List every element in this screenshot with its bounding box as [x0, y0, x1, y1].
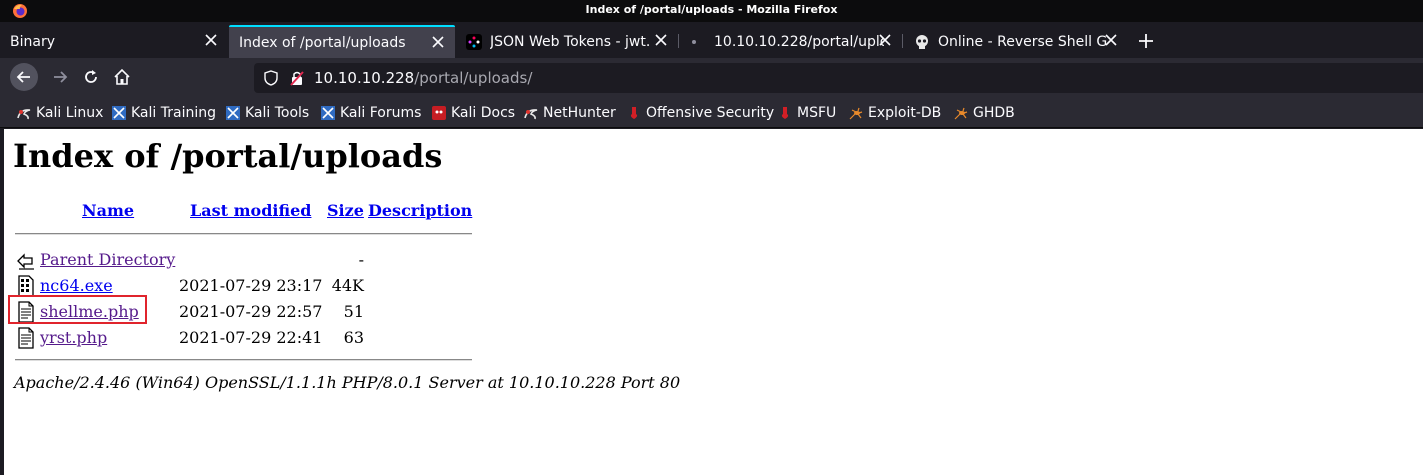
home-button[interactable]: [108, 63, 136, 91]
file-size: 44K: [331, 276, 364, 295]
divider: [15, 359, 472, 361]
tab-label: JSON Web Tokens - jwt.i: [490, 33, 650, 50]
column-header-last-modified[interactable]: Last modified: [190, 201, 311, 220]
tab-label: Online - Reverse Shell Ge: [938, 33, 1108, 50]
tab-index-of-uploads[interactable]: Index of /portal/uploads: [229, 25, 455, 58]
back-button[interactable]: [10, 63, 38, 91]
shield-icon[interactable]: [264, 70, 278, 86]
bookmark-kali-forums[interactable]: Kali Forums: [321, 104, 421, 122]
file-date: 2021-07-29 23:17: [179, 276, 323, 295]
bookmark-kali-training[interactable]: Kali Training: [112, 104, 216, 122]
bookmark-label: NetHunter: [543, 105, 616, 121]
table-row: nc64.exe 2021-07-29 23:17 44K: [4, 273, 364, 297]
kali-forums-icon: [321, 106, 335, 120]
reload-icon: [85, 70, 97, 83]
bookmark-kali-tools[interactable]: Kali Tools: [226, 104, 309, 122]
bookmark-label: GHDB: [973, 105, 1015, 121]
binary-file-icon: [18, 275, 34, 297]
bookmark-label: Kali Forums: [340, 105, 422, 121]
window-title: Index of /portal/uploads - Mozilla Firef…: [585, 3, 838, 16]
tab-label: Binary: [10, 33, 55, 50]
bookmark-label: MSFU: [797, 105, 837, 121]
arrow-right-icon: [54, 71, 68, 83]
window-titlebar: Index of /portal/uploads - Mozilla Firef…: [0, 0, 1423, 22]
tab-portal-uploads[interactable]: 10.10.10.228/portal/uplo: [680, 25, 902, 58]
bookmark-kali-linux[interactable]: Kali Linux: [17, 104, 103, 122]
nethunter-icon: [524, 109, 538, 120]
file-size: 51: [343, 302, 364, 321]
column-header-name[interactable]: Name: [82, 201, 134, 220]
skull-icon: [916, 34, 928, 49]
exploitdb-icon: [849, 107, 863, 120]
back-folder-icon: [17, 253, 34, 270]
tab-label: 10.10.10.228/portal/uplo: [714, 33, 884, 50]
url-text[interactable]: 10.10.10.228/portal/uploads/: [314, 69, 532, 87]
navigation-toolbar: 10.10.10.228/portal/uploads/: [0, 58, 1423, 96]
file-date: 2021-07-29 22:41: [179, 328, 323, 347]
file-link[interactable]: nc64.exe: [40, 276, 113, 295]
server-signature: Apache/2.4.46 (Win64) OpenSSL/1.1.1h PHP…: [14, 373, 681, 392]
kali-icon: [17, 109, 31, 120]
page-content: Index of /portal/uploads Name Last modif…: [0, 129, 1423, 475]
file-link[interactable]: yrst.php: [40, 328, 107, 347]
tab-separator: [678, 34, 679, 48]
file-size: -: [358, 250, 364, 269]
bookmark-ghdb[interactable]: GHDB: [954, 104, 1015, 122]
ghdb-icon: [954, 107, 968, 120]
bookmark-nethunter[interactable]: NetHunter: [524, 104, 616, 122]
column-header-size[interactable]: Size: [327, 201, 364, 220]
bookmark-exploit-db[interactable]: Exploit-DB: [849, 104, 941, 122]
tab-strip: Binary Index of /portal/uploads JSON Web…: [0, 22, 1423, 58]
jwt-icon: [466, 33, 482, 50]
column-header-description[interactable]: Description: [368, 201, 472, 220]
kali-tools-icon: [226, 106, 240, 120]
bookmark-label: Exploit-DB: [868, 105, 942, 121]
bookmark-label: Kali Docs: [451, 105, 516, 121]
file-link[interactable]: Parent Directory: [40, 250, 175, 269]
divider: [15, 233, 472, 235]
file-date: 2021-07-29 22:57: [179, 302, 323, 321]
new-tab-plus-icon[interactable]: [1137, 32, 1155, 50]
bookmark-label: Kali Linux: [36, 105, 104, 121]
reload-button[interactable]: [77, 63, 105, 91]
text-file-icon: [18, 327, 34, 349]
bookmark-kali-docs[interactable]: Kali Docs: [432, 104, 515, 122]
bookmark-label: Kali Tools: [245, 105, 310, 121]
insecure-lock-icon[interactable]: [289, 70, 305, 86]
tab-binary[interactable]: Binary: [0, 25, 228, 58]
home-icon: [114, 68, 130, 85]
close-icon[interactable]: [431, 35, 445, 49]
arrow-left-icon: [16, 71, 30, 83]
bookmark-msfu[interactable]: MSFU: [778, 104, 836, 122]
tab-label: Index of /portal/uploads: [239, 34, 406, 51]
tab-reverse-shell[interactable]: Online - Reverse Shell Ge: [904, 25, 1128, 58]
url-host: 10.10.10.228: [314, 69, 415, 87]
tab-json-web-tokens[interactable]: JSON Web Tokens - jwt.i: [456, 25, 678, 58]
highlight-box: [8, 295, 147, 324]
url-path: /portal/uploads/: [414, 69, 533, 87]
kali-training-icon: [112, 106, 126, 120]
url-bar[interactable]: 10.10.10.228/portal/uploads/: [254, 63, 1423, 93]
kali-docs-icon: [432, 106, 446, 120]
dot-icon: [692, 39, 696, 44]
tab-separator: [902, 34, 903, 48]
offsec-icon: [630, 107, 638, 119]
close-icon[interactable]: [204, 33, 218, 47]
page-title: Index of /portal/uploads: [13, 137, 443, 175]
file-size: 63: [343, 328, 364, 347]
table-row: yrst.php 2021-07-29 22:41 63: [4, 325, 364, 349]
close-icon[interactable]: [1104, 33, 1118, 47]
bookmark-label: Kali Training: [131, 105, 216, 121]
close-icon[interactable]: [878, 33, 892, 47]
bookmark-offensive-security[interactable]: Offensive Security: [627, 104, 774, 122]
bookmark-label: Offensive Security: [646, 105, 775, 121]
table-row: Parent Directory -: [4, 247, 364, 271]
close-icon[interactable]: [654, 33, 668, 47]
forward-button[interactable]: [46, 63, 74, 91]
bookmarks-toolbar: Kali Linux Kali Training Kali Tools Kali…: [0, 96, 1423, 128]
msfu-icon: [781, 107, 789, 119]
